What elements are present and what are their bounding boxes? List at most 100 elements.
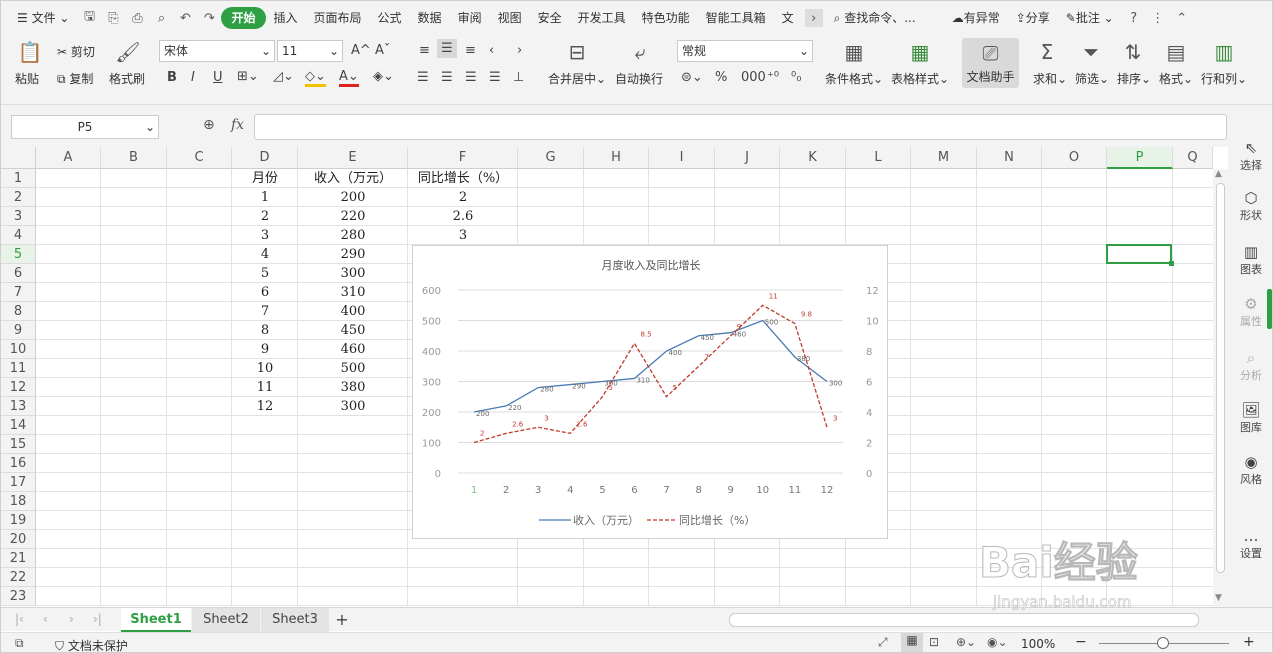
bold-button[interactable]: B bbox=[167, 70, 177, 85]
align-left-icon[interactable]: ☰ bbox=[417, 70, 429, 85]
col-header-I[interactable]: I bbox=[649, 147, 715, 169]
row-header-20[interactable]: 20 bbox=[1, 530, 36, 549]
cut-button[interactable]: ✂ 剪切 bbox=[57, 43, 95, 60]
format-icon[interactable]: ▤ bbox=[1163, 39, 1189, 65]
select-tool[interactable]: ⇖ 选择 bbox=[1228, 139, 1272, 173]
table-style-icon[interactable]: ▦ bbox=[907, 39, 933, 65]
month-cell[interactable]: 10 bbox=[232, 359, 298, 378]
zoom-formula-icon[interactable]: ⊕ bbox=[203, 117, 215, 133]
scroll-up-icon[interactable]: ▲ bbox=[1215, 169, 1222, 179]
filter-button[interactable]: 筛选⌄ bbox=[1075, 70, 1109, 87]
income-cell[interactable]: 310 bbox=[298, 283, 408, 302]
row-header-3[interactable]: 3 bbox=[1, 207, 36, 226]
justify-icon[interactable]: ☰ bbox=[489, 70, 501, 85]
row-header-13[interactable]: 13 bbox=[1, 397, 36, 416]
font-name-select[interactable]: 宋体 ⌄ bbox=[159, 40, 275, 62]
underline-button[interactable]: U bbox=[213, 70, 223, 85]
reading-icon[interactable]: ⊕⌄ bbox=[956, 635, 976, 649]
formula-input[interactable] bbox=[254, 114, 1227, 140]
brush-icon[interactable]: 🖌 bbox=[115, 39, 141, 65]
more-icon[interactable]: ⋮ bbox=[1149, 9, 1167, 27]
style-tool[interactable]: ◉ 风格 bbox=[1228, 453, 1272, 487]
menu-tab-0[interactable]: 开始 bbox=[221, 7, 266, 29]
wrap-icon[interactable]: ⤶ bbox=[627, 39, 653, 65]
col-header-N[interactable]: N bbox=[977, 147, 1042, 169]
next-sheet-icon[interactable]: › bbox=[69, 612, 74, 626]
fill-handle[interactable] bbox=[1169, 261, 1174, 266]
row-header-4[interactable]: 4 bbox=[1, 226, 36, 245]
row-header-14[interactable]: 14 bbox=[1, 416, 36, 435]
page-break-icon[interactable]: ⊡ bbox=[929, 635, 939, 649]
col-header-K[interactable]: K bbox=[780, 147, 846, 169]
row-header-5[interactable]: 5 bbox=[1, 245, 36, 264]
shape-tool[interactable]: ⬡ 形状 bbox=[1228, 189, 1272, 223]
income-cell[interactable]: 220 bbox=[298, 207, 408, 226]
header-cell[interactable]: 月份 bbox=[232, 169, 298, 188]
prev-sheet-icon[interactable]: ‹ bbox=[43, 612, 48, 626]
outdent-icon[interactable]: › bbox=[517, 43, 522, 58]
menu-tab-3[interactable]: 公式 bbox=[370, 7, 410, 29]
menu-tab-10[interactable]: 智能工具箱 bbox=[698, 7, 774, 29]
chart[interactable]: 月度收入及同比增长 0 100 200 300 400 500 600 0 2 4 6 8 10 12 1 2 3… bbox=[412, 245, 888, 539]
table-style-button[interactable]: 表格样式⌄ bbox=[891, 70, 949, 87]
first-sheet-icon[interactable]: |‹ bbox=[15, 612, 24, 626]
month-cell[interactable]: 4 bbox=[232, 245, 298, 264]
col-header-G[interactable]: G bbox=[518, 147, 584, 169]
income-cell[interactable]: 280 bbox=[298, 226, 408, 245]
align-top-icon[interactable]: ≡ bbox=[419, 43, 430, 58]
collapse-icon[interactable]: ⌃ bbox=[1173, 9, 1191, 27]
row-header-8[interactable]: 8 bbox=[1, 302, 36, 321]
income-cell[interactable]: 400 bbox=[298, 302, 408, 321]
income-cell[interactable]: 300 bbox=[298, 264, 408, 283]
sheet-tab-2[interactable]: Sheet2 bbox=[192, 608, 260, 632]
preview-icon[interactable]: ⌕ bbox=[152, 9, 170, 27]
currency-icon[interactable]: ⊜⌄ bbox=[681, 70, 703, 85]
vertical-scrollbar[interactable]: ▲ ▼ bbox=[1213, 169, 1228, 607]
row-header-1[interactable]: 1 bbox=[1, 169, 36, 188]
row-header-11[interactable]: 11 bbox=[1, 359, 36, 378]
row-col-button[interactable]: 行和列⌄ bbox=[1201, 70, 1247, 87]
select-all-corner[interactable] bbox=[1, 147, 36, 169]
zoom-slider-thumb[interactable] bbox=[1157, 637, 1169, 649]
menu-tab-2[interactable]: 页面布局 bbox=[306, 7, 370, 29]
col-header-B[interactable]: B bbox=[101, 147, 167, 169]
month-cell[interactable]: 9 bbox=[232, 340, 298, 359]
comment-button[interactable]: ✎批注 ⌄ bbox=[1058, 7, 1122, 29]
border-icon[interactable]: ⊞⌄ bbox=[237, 69, 259, 84]
number-format-select[interactable]: 常规 ⌄ bbox=[677, 40, 813, 62]
font-color-icon[interactable]: A⌄ bbox=[339, 69, 359, 87]
row-header-17[interactable]: 17 bbox=[1, 473, 36, 492]
chart-tool[interactable]: ▥ 图表 bbox=[1228, 243, 1272, 277]
more-tabs-icon[interactable]: › bbox=[804, 9, 823, 27]
col-header-E[interactable]: E bbox=[298, 147, 408, 169]
cond-format-button[interactable]: 条件格式⌄ bbox=[825, 70, 883, 87]
row-header-23[interactable]: 23 bbox=[1, 587, 36, 606]
cell-mode-icon[interactable]: ⧉ bbox=[15, 636, 24, 651]
menu-tab-7[interactable]: 安全 bbox=[530, 7, 570, 29]
add-sheet-button[interactable]: + bbox=[331, 608, 353, 632]
row-header-10[interactable]: 10 bbox=[1, 340, 36, 359]
gallery-tool[interactable]: 🖼 图库 bbox=[1228, 401, 1272, 435]
help-icon[interactable]: ? bbox=[1125, 9, 1143, 27]
align-bottom-icon[interactable]: ≡ bbox=[465, 43, 476, 58]
income-cell[interactable]: 290 bbox=[298, 245, 408, 264]
month-cell[interactable]: 8 bbox=[232, 321, 298, 340]
col-header-O[interactable]: O bbox=[1042, 147, 1107, 169]
sort-button[interactable]: 排序⌄ bbox=[1117, 70, 1151, 87]
paste-button[interactable]: 粘贴 bbox=[15, 70, 39, 87]
row-header-18[interactable]: 18 bbox=[1, 492, 36, 511]
name-box[interactable]: P5 ⌄ bbox=[11, 115, 159, 139]
print-icon[interactable]: ⎙ bbox=[128, 9, 146, 27]
col-header-A[interactable]: A bbox=[36, 147, 101, 169]
fullscreen-icon[interactable]: ⤢ bbox=[878, 635, 888, 650]
export-icon[interactable]: ⎘ bbox=[104, 9, 122, 27]
income-cell[interactable]: 300 bbox=[298, 397, 408, 416]
menu-tab-5[interactable]: 审阅 bbox=[450, 7, 490, 29]
font-grow-icon[interactable]: A^ bbox=[351, 43, 371, 58]
menu-tab-1[interactable]: 插入 bbox=[266, 7, 306, 29]
income-cell[interactable]: 200 bbox=[298, 188, 408, 207]
scroll-down-icon[interactable]: ▼ bbox=[1215, 593, 1222, 603]
sheet-tab-1[interactable]: Sheet1 bbox=[121, 608, 191, 632]
row-header-19[interactable]: 19 bbox=[1, 511, 36, 530]
decimal-inc-icon[interactable]: ⁺⁰ bbox=[767, 70, 779, 85]
